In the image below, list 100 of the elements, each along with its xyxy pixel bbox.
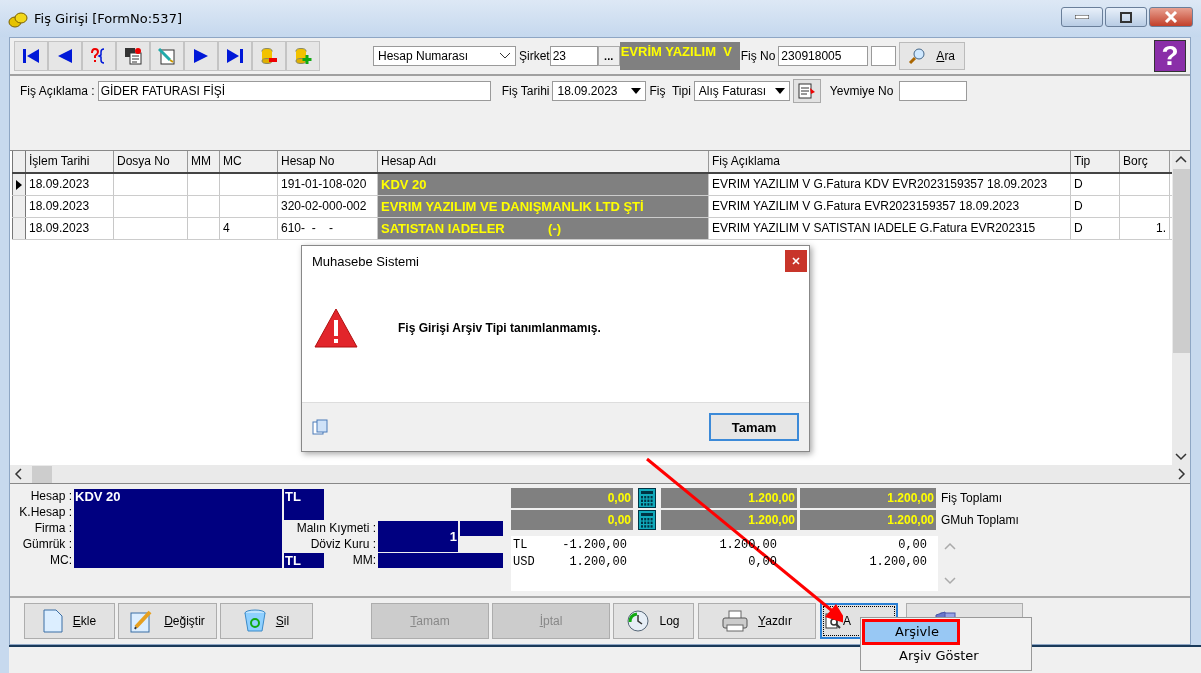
search-icon	[908, 47, 927, 65]
lookup-dropdown[interactable]: Hesap Numarası	[373, 46, 516, 66]
exchange-rate-label: Döviz Kuru :	[309, 536, 377, 552]
forward-icon	[193, 48, 209, 64]
row-indicator[interactable]	[12, 174, 26, 195]
table-cell: 4	[220, 218, 278, 239]
account-label: Hesap :	[29, 488, 73, 504]
scroll-right-icon	[1178, 468, 1186, 480]
total-label: Fiş Toplamı	[941, 491, 1003, 505]
currency-code: USD	[513, 555, 536, 571]
currency-code: TL	[513, 538, 529, 554]
column-header[interactable]: Dosya No	[114, 151, 188, 172]
warning-icon	[314, 308, 358, 348]
column-header[interactable]: Tip	[1071, 151, 1120, 172]
scroll-up-icon	[1175, 155, 1187, 163]
goods-value-label: Malın Kıymeti :	[295, 520, 377, 536]
toolbar-button[interactable]	[116, 41, 150, 71]
close-button[interactable]	[1149, 7, 1193, 27]
receipt-no-field[interactable]: 230918005	[778, 46, 869, 66]
close-icon	[792, 257, 800, 265]
account-currency-field: TL	[284, 489, 324, 520]
type-dropdown[interactable]: Alış Faturası	[693, 81, 790, 101]
menu-item[interactable]: Arşiv Göster	[863, 644, 1029, 668]
column-header[interactable]: MC	[220, 151, 278, 172]
search-button[interactable]: Ara	[899, 42, 966, 70]
company-code-field[interactable]: 23	[549, 46, 598, 66]
calculator-button[interactable]	[636, 488, 658, 508]
maximize-button[interactable]	[1105, 7, 1147, 27]
description-label: Fiş Açıklama :	[20, 84, 95, 98]
journal-no-label: Yevmiye No	[829, 84, 894, 98]
calculator-button[interactable]	[636, 510, 658, 530]
current-row-icon	[16, 179, 22, 190]
total-value: 0,00	[511, 510, 633, 530]
minimize-icon	[1075, 15, 1089, 19]
column-header[interactable]: Borç	[1120, 151, 1170, 172]
toolbar-button[interactable]	[218, 41, 252, 71]
browse-button[interactable]: ...	[597, 46, 620, 66]
company-label: Şirket	[519, 49, 550, 63]
column-header[interactable]: MM	[188, 151, 220, 172]
mm-label: MM:	[351, 552, 377, 568]
coins-icon	[8, 9, 28, 28]
account-field: KDV 20	[74, 489, 282, 568]
total-label: GMuh Toplamı	[941, 513, 1019, 527]
delete-button[interactable]: Sil	[220, 603, 313, 639]
counter-account-label: K.Hesap :	[18, 504, 73, 520]
add-button[interactable]: Ekle	[24, 603, 115, 639]
skip-back-icon	[22, 48, 40, 64]
journal-no-field[interactable]	[899, 81, 968, 101]
horizontal-scrollbar[interactable]	[10, 465, 1190, 483]
receipt-suffix-field[interactable]	[871, 46, 897, 66]
table-cell: EVRIM YAZILIM VE DANIŞMANLIK LTD ŞTİ	[378, 196, 709, 217]
column-header[interactable]: Fiş Açıklama	[709, 151, 1071, 172]
table-cell: D	[1071, 218, 1120, 239]
dropdown-arrow-icon	[631, 88, 642, 94]
table-cell: D	[1071, 196, 1120, 217]
company-name: EVRİM YAZILIM V	[619, 42, 740, 70]
table-cell: SATISTAN IADELER (-)	[378, 218, 709, 239]
menu-item[interactable]: Arşivle	[863, 620, 959, 644]
customs-label: Gümrük :	[21, 536, 73, 552]
print-button[interactable]: Yazdır	[698, 603, 816, 639]
total-value: 1.200,00	[800, 488, 936, 508]
ok-button[interactable]: Tamam	[709, 413, 799, 441]
date-picker[interactable]: 18.09.2023	[552, 81, 647, 101]
toolbar-button[interactable]	[82, 41, 116, 71]
description-field[interactable]: GİDER FATURASI FİŞİ	[97, 81, 491, 101]
total-value: 1.200,00	[661, 488, 797, 508]
dialog-message: Fiş Girişi Arşiv Tipi tanımlanmamış.	[398, 321, 601, 335]
recycle-bin-icon	[243, 609, 266, 633]
document-button[interactable]	[792, 79, 821, 103]
scrollbar-thumb[interactable]	[32, 465, 52, 483]
maximize-icon	[1120, 11, 1132, 23]
table-cell: 1.	[1120, 218, 1170, 239]
column-header[interactable]: Hesap No	[278, 151, 378, 172]
toolbar-button[interactable]	[14, 41, 48, 71]
table-cell: D	[1071, 174, 1120, 195]
copy-icon[interactable]	[312, 419, 328, 435]
currency-amount: 1.200,00	[568, 555, 627, 571]
help-button[interactable]: ?	[1154, 40, 1186, 72]
table-cell: 18.09.2023	[26, 218, 114, 239]
edit-button[interactable]: Değiştir	[118, 603, 217, 639]
document-icon	[124, 47, 142, 65]
total-value: 1.200,00	[800, 510, 936, 530]
log-button[interactable]: Log	[613, 603, 694, 639]
toolbar-button[interactable]	[48, 41, 82, 71]
close-button[interactable]	[785, 250, 807, 272]
printer-icon	[722, 610, 749, 632]
scroll-down-icon	[1175, 453, 1187, 461]
toolbar-button[interactable]	[184, 41, 218, 71]
currency-amount: -1.200,00	[561, 538, 627, 554]
column-header[interactable]: İşlem Tarihi	[26, 151, 114, 172]
vertical-scrollbar[interactable]	[1172, 151, 1190, 465]
document-icon	[797, 82, 816, 100]
minimize-button[interactable]	[1061, 7, 1103, 27]
column-header[interactable]: Hesap Adı	[378, 151, 709, 172]
currency-amount: 0,00	[897, 538, 927, 554]
window-title: Fiş Girişi [FormNo:537]	[34, 11, 182, 26]
calculator-icon	[638, 488, 656, 508]
receipt-no-label: Fiş No	[740, 49, 776, 63]
scrollbar-thumb[interactable]	[1172, 169, 1190, 353]
mc-currency-field: TL	[284, 553, 324, 568]
